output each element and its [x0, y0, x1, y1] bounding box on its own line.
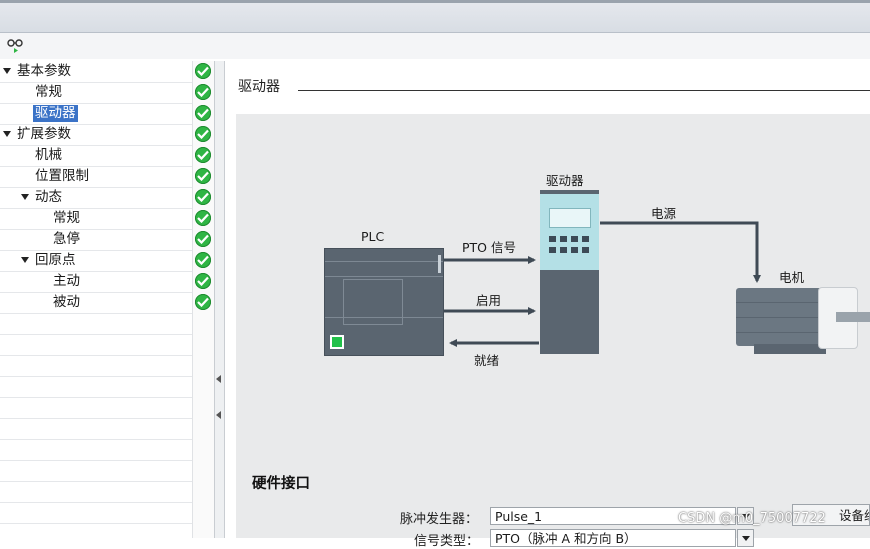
power-label: 电源	[651, 206, 677, 221]
pulse-generator-label: 脉冲发生器：	[400, 512, 479, 527]
drive-panel	[540, 190, 599, 270]
hardware-interface-title: 硬件接口	[252, 476, 310, 492]
ready-label: 就绪	[474, 353, 500, 368]
motor-fin	[736, 302, 830, 303]
motor-base	[754, 344, 826, 354]
drive-device	[540, 190, 599, 354]
plc-stripe	[325, 276, 443, 277]
drive-key	[549, 247, 556, 253]
plc-led	[330, 335, 344, 349]
drive-key	[560, 247, 567, 253]
drive-key	[582, 236, 589, 242]
plc-rim	[438, 255, 441, 273]
drive-key	[571, 236, 578, 242]
drive-label: 驱动器	[546, 173, 584, 188]
drive-key	[571, 247, 578, 253]
plc-stripe	[325, 261, 443, 262]
drive-key	[582, 247, 589, 253]
drive-key	[560, 236, 567, 242]
motor-shaft	[836, 312, 870, 322]
signal-type-select[interactable]: PTO（脉冲 A 和方向 B）	[490, 529, 736, 547]
motor-fin	[736, 332, 830, 333]
chevron-down-icon[interactable]	[737, 529, 754, 547]
drive-key	[549, 236, 556, 242]
drive-screen	[549, 208, 591, 228]
pto-signal-label: PTO 信号	[462, 240, 516, 255]
signal-type-label: 信号类型：	[414, 534, 480, 549]
motor-label: 电机	[779, 270, 805, 285]
motor-fin	[736, 317, 830, 318]
enable-label: 启用	[476, 293, 502, 308]
plc-label: PLC	[361, 229, 385, 244]
motor-body	[736, 288, 830, 346]
power-wire	[600, 221, 761, 283]
plc-panel	[343, 279, 403, 325]
watermark: CSDN @m0_75007722	[678, 511, 826, 526]
plc-device	[324, 248, 444, 356]
